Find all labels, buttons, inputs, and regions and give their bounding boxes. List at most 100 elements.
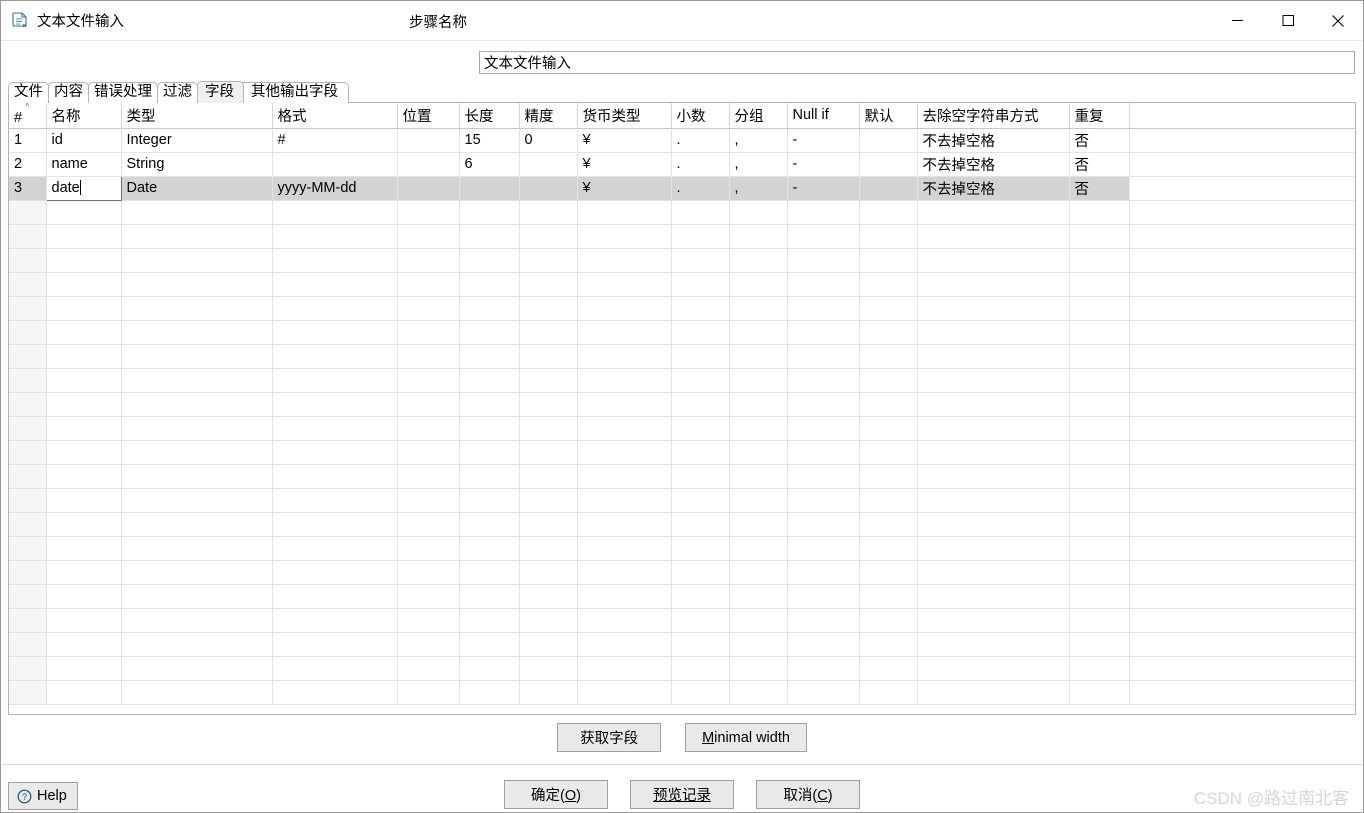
empty-cell[interactable] (729, 440, 788, 465)
empty-cell[interactable] (397, 416, 460, 441)
empty-cell[interactable] (1069, 344, 1130, 369)
table-empty-row[interactable] (9, 488, 1355, 513)
empty-cell[interactable] (729, 608, 788, 633)
empty-cell[interactable] (459, 560, 520, 585)
empty-cell[interactable] (46, 440, 122, 465)
empty-cell[interactable] (459, 608, 520, 633)
column-header-currency[interactable]: 货币类型 (577, 103, 672, 129)
empty-cell[interactable] (671, 416, 730, 441)
empty-cell[interactable] (397, 368, 460, 393)
empty-cell[interactable] (519, 368, 578, 393)
empty-cell[interactable] (917, 320, 1070, 345)
empty-cell[interactable] (917, 680, 1070, 705)
table-empty-row[interactable] (9, 392, 1355, 417)
column-header-precision[interactable]: 精度 (519, 103, 578, 129)
empty-cell[interactable] (787, 656, 860, 681)
table-empty-row[interactable] (9, 344, 1355, 369)
empty-cell[interactable] (787, 632, 860, 657)
empty-cell[interactable] (397, 320, 460, 345)
empty-cell[interactable] (519, 536, 578, 561)
empty-cell[interactable] (787, 608, 860, 633)
empty-cell[interactable] (121, 680, 273, 705)
empty-cell[interactable] (917, 440, 1070, 465)
row-number[interactable] (9, 344, 47, 369)
empty-cell[interactable] (397, 440, 460, 465)
empty-cell[interactable] (859, 512, 918, 537)
empty-cell[interactable] (859, 224, 918, 249)
empty-cell[interactable] (397, 392, 460, 417)
empty-cell[interactable] (787, 320, 860, 345)
empty-cell[interactable] (787, 368, 860, 393)
empty-cell[interactable] (859, 656, 918, 681)
empty-cell[interactable] (397, 200, 460, 225)
empty-cell[interactable] (397, 344, 460, 369)
empty-cell[interactable] (787, 248, 860, 273)
empty-cell[interactable] (671, 680, 730, 705)
empty-cell[interactable] (1069, 512, 1130, 537)
empty-cell[interactable] (46, 296, 122, 321)
table-empty-row[interactable] (9, 440, 1355, 465)
cell-position[interactable] (397, 176, 460, 201)
empty-cell[interactable] (729, 464, 788, 489)
table-empty-row[interactable] (9, 320, 1355, 345)
empty-cell[interactable] (397, 464, 460, 489)
cell-currency[interactable]: ¥ (577, 176, 672, 201)
empty-cell[interactable] (46, 608, 122, 633)
tab-fields[interactable]: 字段 (197, 81, 244, 103)
cell-name[interactable]: id (46, 128, 122, 153)
cell-precision[interactable] (519, 152, 578, 177)
empty-cell[interactable] (121, 248, 273, 273)
empty-cell[interactable] (272, 608, 398, 633)
cell-currency[interactable]: ¥ (577, 128, 672, 153)
empty-cell[interactable] (787, 680, 860, 705)
cell-trimtype[interactable]: 不去掉空格 (917, 128, 1070, 153)
cell-format[interactable]: yyyy-MM-dd (272, 176, 398, 201)
table-empty-row[interactable] (9, 680, 1355, 705)
empty-cell[interactable] (459, 632, 520, 657)
cell-length[interactable]: 6 (459, 152, 520, 177)
minimize-button[interactable] (1214, 1, 1261, 40)
empty-cell[interactable] (859, 320, 918, 345)
empty-cell[interactable] (459, 680, 520, 705)
table-empty-row[interactable] (9, 248, 1355, 273)
cell-position[interactable] (397, 128, 460, 153)
cell-default[interactable] (859, 152, 918, 177)
empty-cell[interactable] (397, 512, 460, 537)
empty-cell[interactable] (1069, 224, 1130, 249)
empty-cell[interactable] (787, 392, 860, 417)
empty-cell[interactable] (577, 488, 672, 513)
empty-cell[interactable] (577, 608, 672, 633)
empty-cell[interactable] (671, 560, 730, 585)
column-header-decimal[interactable]: 小数 (671, 103, 730, 129)
empty-cell[interactable] (859, 560, 918, 585)
empty-cell[interactable] (917, 608, 1070, 633)
empty-cell[interactable] (397, 584, 460, 609)
empty-cell[interactable] (46, 344, 122, 369)
empty-cell[interactable] (729, 296, 788, 321)
empty-cell[interactable] (272, 200, 398, 225)
empty-cell[interactable] (787, 536, 860, 561)
step-name-input[interactable] (479, 51, 1355, 74)
help-button[interactable]: ? Help (8, 782, 78, 810)
empty-cell[interactable] (859, 464, 918, 489)
empty-cell[interactable] (519, 320, 578, 345)
close-button[interactable] (1314, 1, 1361, 40)
empty-cell[interactable] (787, 200, 860, 225)
row-number[interactable] (9, 320, 47, 345)
empty-cell[interactable] (859, 488, 918, 513)
row-number[interactable] (9, 224, 47, 249)
empty-cell[interactable] (46, 368, 122, 393)
empty-cell[interactable] (459, 320, 520, 345)
empty-cell[interactable] (519, 584, 578, 609)
empty-cell[interactable] (917, 512, 1070, 537)
empty-cell[interactable] (397, 272, 460, 297)
cell-repeat[interactable]: 否 (1069, 128, 1130, 153)
row-number[interactable] (9, 416, 47, 441)
empty-cell[interactable] (519, 440, 578, 465)
table-empty-row[interactable] (9, 512, 1355, 537)
empty-cell[interactable] (121, 392, 273, 417)
tab-filters[interactable]: 过滤 (157, 82, 198, 103)
empty-cell[interactable] (121, 536, 273, 561)
table-empty-row[interactable] (9, 272, 1355, 297)
row-number[interactable] (9, 392, 47, 417)
